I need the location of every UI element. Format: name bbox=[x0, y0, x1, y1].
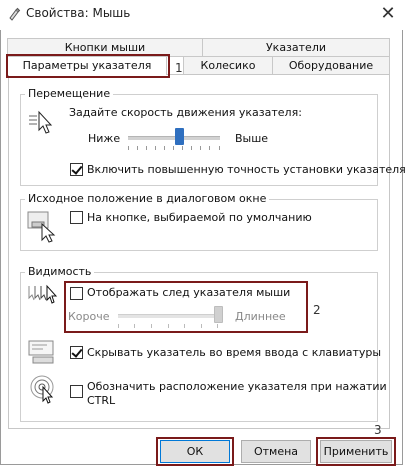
trails-slider-thumb[interactable] bbox=[214, 306, 223, 323]
trails-label[interactable]: Отображать след указателя мыши bbox=[87, 286, 290, 299]
window-title: Свойства: Мышь bbox=[26, 6, 131, 20]
speed-slider-thumb[interactable] bbox=[174, 128, 184, 145]
trails-slider-ticks bbox=[118, 324, 218, 328]
snap-to-icon bbox=[26, 210, 60, 244]
speed-label: Задайте скорость движения указателя: bbox=[69, 106, 302, 119]
tab-pointers[interactable]: Указатели bbox=[202, 38, 390, 57]
speed-slider-ticks bbox=[128, 146, 220, 150]
ok-button[interactable]: ОК bbox=[160, 440, 230, 463]
annotation-number-2: 2 bbox=[313, 303, 321, 317]
visibility-group-title: Видимость bbox=[25, 265, 95, 278]
trails-short-label: Короче bbox=[68, 310, 110, 323]
apply-button[interactable]: Применить bbox=[320, 440, 392, 463]
speed-low-label: Ниже bbox=[88, 132, 121, 145]
active-tab-join bbox=[8, 73, 166, 75]
ctrl-locate-icon bbox=[29, 374, 59, 404]
motion-group-title: Перемещение bbox=[25, 87, 114, 100]
ctrl-locate-label-line1[interactable]: Обозначить расположение указателя при на… bbox=[87, 380, 387, 393]
hide-pointer-icon bbox=[27, 339, 59, 365]
close-button[interactable]: ✕ bbox=[377, 3, 399, 25]
annotation-number-3: 3 bbox=[374, 423, 382, 437]
hide-pointer-checkbox[interactable] bbox=[70, 346, 83, 359]
snap-group bbox=[20, 199, 378, 251]
tab-wheel[interactable]: Колесико bbox=[183, 56, 273, 75]
speed-high-label: Выше bbox=[235, 132, 269, 145]
hide-pointer-label[interactable]: Скрывать указатель во время ввода с клав… bbox=[87, 346, 381, 359]
tab-hardware[interactable]: Оборудование bbox=[272, 56, 390, 75]
trails-long-label: Длиннее bbox=[235, 310, 286, 323]
pointer-trails-icon bbox=[27, 282, 59, 310]
cancel-button[interactable]: Отмена bbox=[241, 440, 311, 463]
ctrl-locate-label-line2[interactable]: CTRL bbox=[87, 394, 115, 407]
mouse-icon bbox=[7, 7, 21, 21]
annotation-number-1: 1 bbox=[175, 61, 183, 75]
precision-label[interactable]: Включить повышенную точность установки у… bbox=[87, 163, 405, 176]
pointer-speed-icon bbox=[27, 108, 57, 138]
snap-label[interactable]: На кнопке, выбираемой по умолчанию bbox=[87, 211, 312, 224]
precision-checkbox[interactable] bbox=[70, 163, 83, 176]
tab-mouse-buttons[interactable]: Кнопки мыши bbox=[7, 38, 203, 57]
trails-slider-track[interactable] bbox=[118, 314, 218, 318]
trails-checkbox[interactable] bbox=[70, 287, 83, 300]
snap-group-title: Исходное положение в диалоговом окне bbox=[25, 192, 270, 205]
snap-checkbox[interactable] bbox=[70, 211, 83, 224]
ctrl-locate-checkbox[interactable] bbox=[70, 385, 83, 398]
